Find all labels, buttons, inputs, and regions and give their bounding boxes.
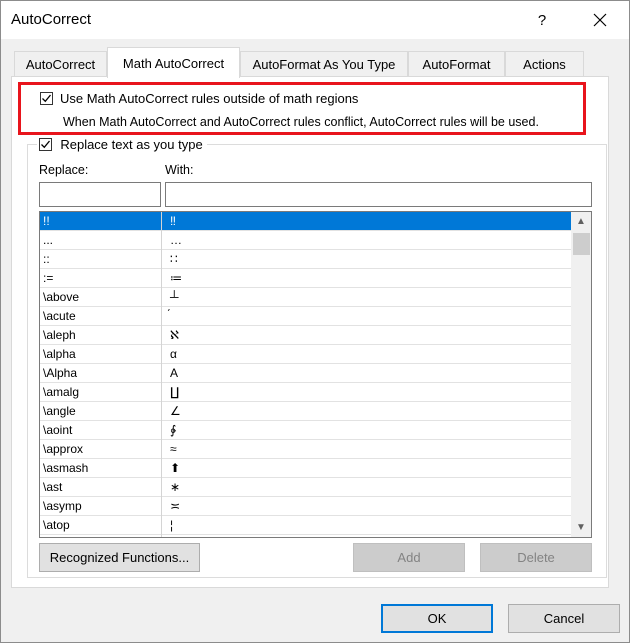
replace-cell: \acute (43, 309, 76, 323)
tab-autoformat-as-you-type[interactable]: AutoFormat As You Type (240, 51, 408, 77)
replace-cell: \alpha (43, 347, 76, 361)
with-cell: ⬆ (170, 461, 181, 475)
replace-cell: !! (43, 214, 50, 228)
tab-autocorrect[interactable]: AutoCorrect (14, 51, 107, 77)
list-item[interactable]: \acuté (40, 307, 571, 326)
button-label: OK (427, 611, 447, 626)
with-cell: ℵ (170, 328, 179, 342)
button-label: Delete (517, 550, 555, 565)
delete-button[interactable]: Delete (480, 543, 592, 572)
replace-cell: \Alpha (43, 366, 78, 380)
list-item[interactable]: \atop ¦ (40, 516, 571, 535)
scroll-down-icon[interactable]: ▼ (571, 519, 591, 536)
window-title: AutoCorrect (11, 11, 92, 28)
tab-label: AutoFormat (422, 57, 491, 72)
entries-list[interactable]: !! ‼... …::∷:= ≔\above ┴\acuté\aleph ℵ\alpha… (39, 211, 592, 538)
list-item[interactable]: \Alpha Α (40, 364, 571, 383)
replace-cell: \aleph (43, 328, 76, 342)
tab-label: AutoCorrect (25, 57, 96, 72)
list-item[interactable]: !! ‼ (40, 212, 571, 231)
replace-cell: ... (43, 233, 54, 247)
highlight-box (18, 82, 586, 135)
button-label: Recognized Functions... (49, 550, 190, 565)
with-cell: ∳ (170, 423, 177, 437)
replace-cell: \asymp (43, 499, 82, 513)
replace-cell: := (43, 271, 54, 285)
with-cell: ≍ (170, 499, 181, 513)
with-cell: ∷ (170, 252, 178, 266)
ok-button[interactable]: OK (381, 604, 493, 633)
replace-as-you-type-label[interactable]: Replace text as you type (60, 137, 202, 152)
with-cell: ∠ (170, 404, 181, 418)
replace-cell: \atop (43, 518, 70, 532)
replace-cell: \above (43, 290, 80, 304)
replace-cell: :: (43, 252, 50, 266)
replace-cell: \angle (43, 404, 76, 418)
tab-label: AutoFormat As You Type (252, 57, 396, 72)
close-icon (593, 13, 607, 27)
replace-as-you-type-option: Replace text as you type (37, 137, 207, 153)
tab-label: Math AutoCorrect (122, 55, 225, 71)
list-item[interactable]: \aleph ℵ (40, 326, 571, 345)
scroll-thumb[interactable] (573, 233, 590, 255)
button-label: Add (397, 550, 421, 565)
scroll-up-icon[interactable]: ▲ (571, 213, 591, 230)
list-item[interactable]: \aoint ∳ (40, 421, 571, 440)
replace-cell: \approx (43, 442, 84, 456)
list-item[interactable]: \above ┴ (40, 288, 571, 307)
with-label: With: (165, 163, 194, 177)
title-bar: AutoCorrect ? (1, 1, 629, 39)
button-label: Cancel (543, 611, 585, 626)
tab-autoformat[interactable]: AutoFormat (408, 51, 505, 77)
help-icon: ? (537, 11, 547, 29)
replace-cell: \ast (43, 480, 63, 494)
with-cell: ∐ (170, 385, 180, 399)
help-button[interactable]: ? (519, 1, 565, 39)
close-button[interactable] (577, 1, 623, 39)
column-divider (161, 212, 162, 537)
list-item[interactable]: \ast ∗ (40, 478, 571, 497)
vertical-scrollbar[interactable]: ▲ ▼ (571, 212, 591, 537)
with-input[interactable] (165, 182, 592, 207)
with-cell: Α (170, 366, 179, 380)
list-item[interactable]: \amalg ∐ (40, 383, 571, 402)
replace-as-you-type-checkbox[interactable] (39, 138, 52, 152)
recognized-functions-button[interactable]: Recognized Functions... (39, 543, 200, 572)
replace-cell: \aoint (43, 423, 73, 437)
cancel-button[interactable]: Cancel (508, 604, 620, 633)
list-item[interactable]: \alpha α (40, 345, 571, 364)
list-item[interactable]: \asymp ≍ (40, 497, 571, 516)
with-cell: ∗ (170, 480, 181, 494)
replace-input[interactable] (39, 182, 161, 207)
replace-cell: \amalg (43, 385, 80, 399)
list-item[interactable]: \asmash ⬆ (40, 459, 571, 478)
list-item[interactable]: \angle ∠ (40, 402, 571, 421)
replace-label: Replace: (39, 163, 89, 177)
with-cell: ≔ (170, 271, 182, 285)
tab-label: Actions (523, 57, 566, 72)
list-item[interactable]: := ≔ (40, 269, 571, 288)
with-cell: ¦ (170, 518, 174, 532)
replace-cell: \asmash (43, 461, 89, 475)
list-item[interactable]: :: ∷ (40, 250, 571, 269)
autocorrect-dialog: AutoCorrect ? AutoCorrect Math AutoCorre… (0, 0, 630, 643)
tab-math-autocorrect[interactable]: Math AutoCorrect (107, 47, 240, 78)
with-cell: α (170, 347, 177, 361)
with-cell: … (170, 233, 182, 247)
tab-actions[interactable]: Actions (505, 51, 584, 77)
with-cell: ┴ (170, 290, 179, 304)
checkmark-icon (41, 140, 51, 149)
add-button[interactable]: Add (353, 543, 465, 572)
with-cell: ≈ (170, 442, 177, 456)
list-item[interactable]: ... … (40, 231, 571, 250)
with-cell: ‼ (170, 214, 176, 228)
list-item[interactable]: \approx ≈ (40, 440, 571, 459)
